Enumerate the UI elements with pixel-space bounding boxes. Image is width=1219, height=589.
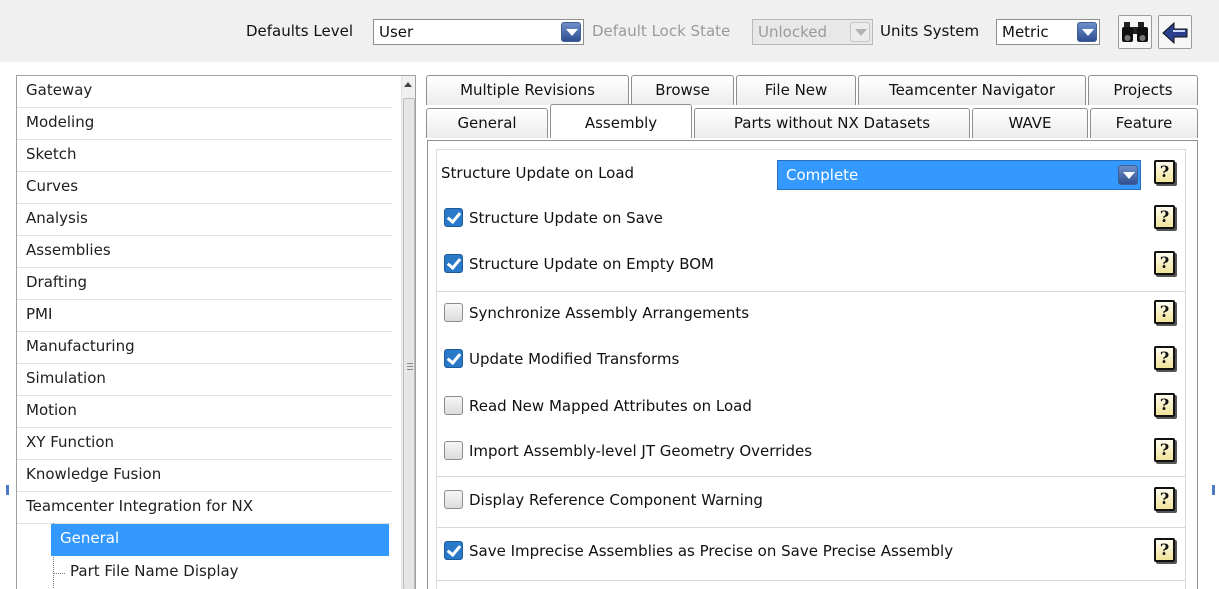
tab-parts-without-nx-datasets[interactable]: Parts without NX Datasets <box>694 108 970 138</box>
divider <box>437 291 1185 292</box>
help-icon[interactable]: ? <box>1154 205 1175 229</box>
chevron-down-icon[interactable] <box>1077 22 1097 42</box>
tree-item-part-file-name-display[interactable]: Part File Name Display <box>61 557 391 589</box>
scrollbar-thumb[interactable] <box>403 98 415 589</box>
synchronize-assembly-arrangements-label: Synchronize Assembly Arrangements <box>469 304 750 322</box>
lock-state-label: Default Lock State <box>592 22 731 40</box>
tree-item-general[interactable]: General <box>51 524 389 556</box>
tree-scrollbar[interactable] <box>401 76 415 589</box>
chevron-down-icon <box>850 22 870 42</box>
grip-icon <box>407 366 413 367</box>
tab-feature[interactable]: Feature <box>1090 108 1198 138</box>
structure-update-on-load-value: Complete <box>786 166 859 184</box>
structure-update-on-save-label: Structure Update on Save <box>469 209 663 227</box>
tree-item-pmi[interactable]: PMI <box>17 300 392 332</box>
tab-wave[interactable]: WAVE <box>972 108 1088 138</box>
tree-item-motion[interactable]: Motion <box>17 396 392 428</box>
divider <box>437 527 1185 528</box>
back-arrow-icon[interactable] <box>1158 15 1192 49</box>
update-modified-transforms-label: Update Modified Transforms <box>469 350 680 368</box>
display-reference-component-warning-label: Display Reference Component Warning <box>469 491 763 509</box>
units-system-value: Metric <box>1002 23 1049 41</box>
help-icon[interactable]: ? <box>1154 487 1175 511</box>
read-new-mapped-attributes-checkbox[interactable] <box>444 396 463 415</box>
tree-item-assemblies[interactable]: Assemblies <box>17 236 392 268</box>
help-icon[interactable]: ? <box>1154 300 1175 324</box>
read-new-mapped-attributes-label: Read New Mapped Attributes on Load <box>469 397 752 415</box>
help-icon[interactable]: ? <box>1154 251 1175 275</box>
tab-assembly[interactable]: Assembly <box>550 104 692 138</box>
structure-update-on-empty-bom-label: Structure Update on Empty BOM <box>469 255 715 273</box>
tree-item-simulation[interactable]: Simulation <box>17 364 392 396</box>
help-icon[interactable]: ? <box>1154 160 1175 184</box>
tree-item-teamcenter-integration[interactable]: Teamcenter Integration for NX <box>17 492 392 524</box>
tab-file-new[interactable]: File New <box>736 75 856 105</box>
help-icon[interactable]: ? <box>1154 346 1175 370</box>
category-tree: Gateway Modeling Sketch Curves Analysis … <box>16 75 416 589</box>
binoculars-icon[interactable] <box>1118 15 1152 49</box>
tab-multiple-revisions[interactable]: Multiple Revisions <box>426 75 629 105</box>
tab-browse[interactable]: Browse <box>631 75 734 105</box>
defaults-level-value: User <box>379 23 414 41</box>
tree-item-manufacturing[interactable]: Manufacturing <box>17 332 392 364</box>
tab-projects[interactable]: Projects <box>1088 75 1198 105</box>
tab-teamcenter-navigator[interactable]: Teamcenter Navigator <box>858 75 1086 105</box>
tree-item-knowledge-fusion[interactable]: Knowledge Fusion <box>17 460 392 492</box>
save-imprecise-as-precise-label: Save Imprecise Assemblies as Precise on … <box>469 542 954 560</box>
defaults-level-dropdown[interactable]: User <box>373 19 584 45</box>
help-icon[interactable]: ? <box>1154 538 1175 562</box>
help-icon[interactable]: ? <box>1154 438 1175 462</box>
left-edge-marker <box>6 485 9 495</box>
divider <box>437 476 1185 477</box>
tree-item-analysis[interactable]: Analysis <box>17 204 392 236</box>
structure-update-on-load-dropdown[interactable]: Complete <box>777 160 1141 190</box>
tree-item-sketch[interactable]: Sketch <box>17 140 392 172</box>
scroll-up-arrow-icon[interactable] <box>404 82 412 87</box>
right-edge-marker <box>1212 485 1215 495</box>
tree-item-xy-function[interactable]: XY Function <box>17 428 392 460</box>
units-system-label: Units System <box>880 22 980 40</box>
grip-icon <box>407 369 413 370</box>
tree-item-modeling[interactable]: Modeling <box>17 108 392 140</box>
tree-item-gateway[interactable]: Gateway <box>17 76 392 108</box>
defaults-toolbar: Defaults Level User Default Lock State U… <box>0 0 1219 62</box>
tree-item-curves[interactable]: Curves <box>17 172 392 204</box>
save-imprecise-as-precise-checkbox[interactable] <box>444 541 463 560</box>
import-jt-geometry-overrides-checkbox[interactable] <box>444 441 463 460</box>
divider <box>437 580 1185 581</box>
help-icon[interactable]: ? <box>1154 393 1175 417</box>
defaults-level-label: Defaults Level <box>246 22 353 40</box>
tab-row-1: Multiple Revisions Browse File New Teamc… <box>426 75 1198 105</box>
structure-update-on-empty-bom-checkbox[interactable] <box>444 254 463 273</box>
structure-update-on-load-label: Structure Update on Load <box>441 164 635 182</box>
update-modified-transforms-checkbox[interactable] <box>444 349 463 368</box>
chevron-down-icon[interactable] <box>1118 165 1138 185</box>
import-jt-geometry-overrides-label: Import Assembly-level JT Geometry Overri… <box>469 442 813 460</box>
lock-state-value: Unlocked <box>758 23 827 41</box>
display-reference-component-warning-checkbox[interactable] <box>444 490 463 509</box>
tree-item-drafting[interactable]: Drafting <box>17 268 392 300</box>
synchronize-assembly-arrangements-checkbox[interactable] <box>444 303 463 322</box>
tab-row-2: General Assembly Parts without NX Datase… <box>426 104 1198 138</box>
units-system-dropdown[interactable]: Metric <box>996 19 1100 45</box>
chevron-down-icon[interactable] <box>561 22 581 42</box>
lock-state-dropdown: Unlocked <box>752 19 873 45</box>
grip-icon <box>407 363 413 364</box>
tab-general[interactable]: General <box>426 108 548 138</box>
structure-update-on-save-checkbox[interactable] <box>444 208 463 227</box>
